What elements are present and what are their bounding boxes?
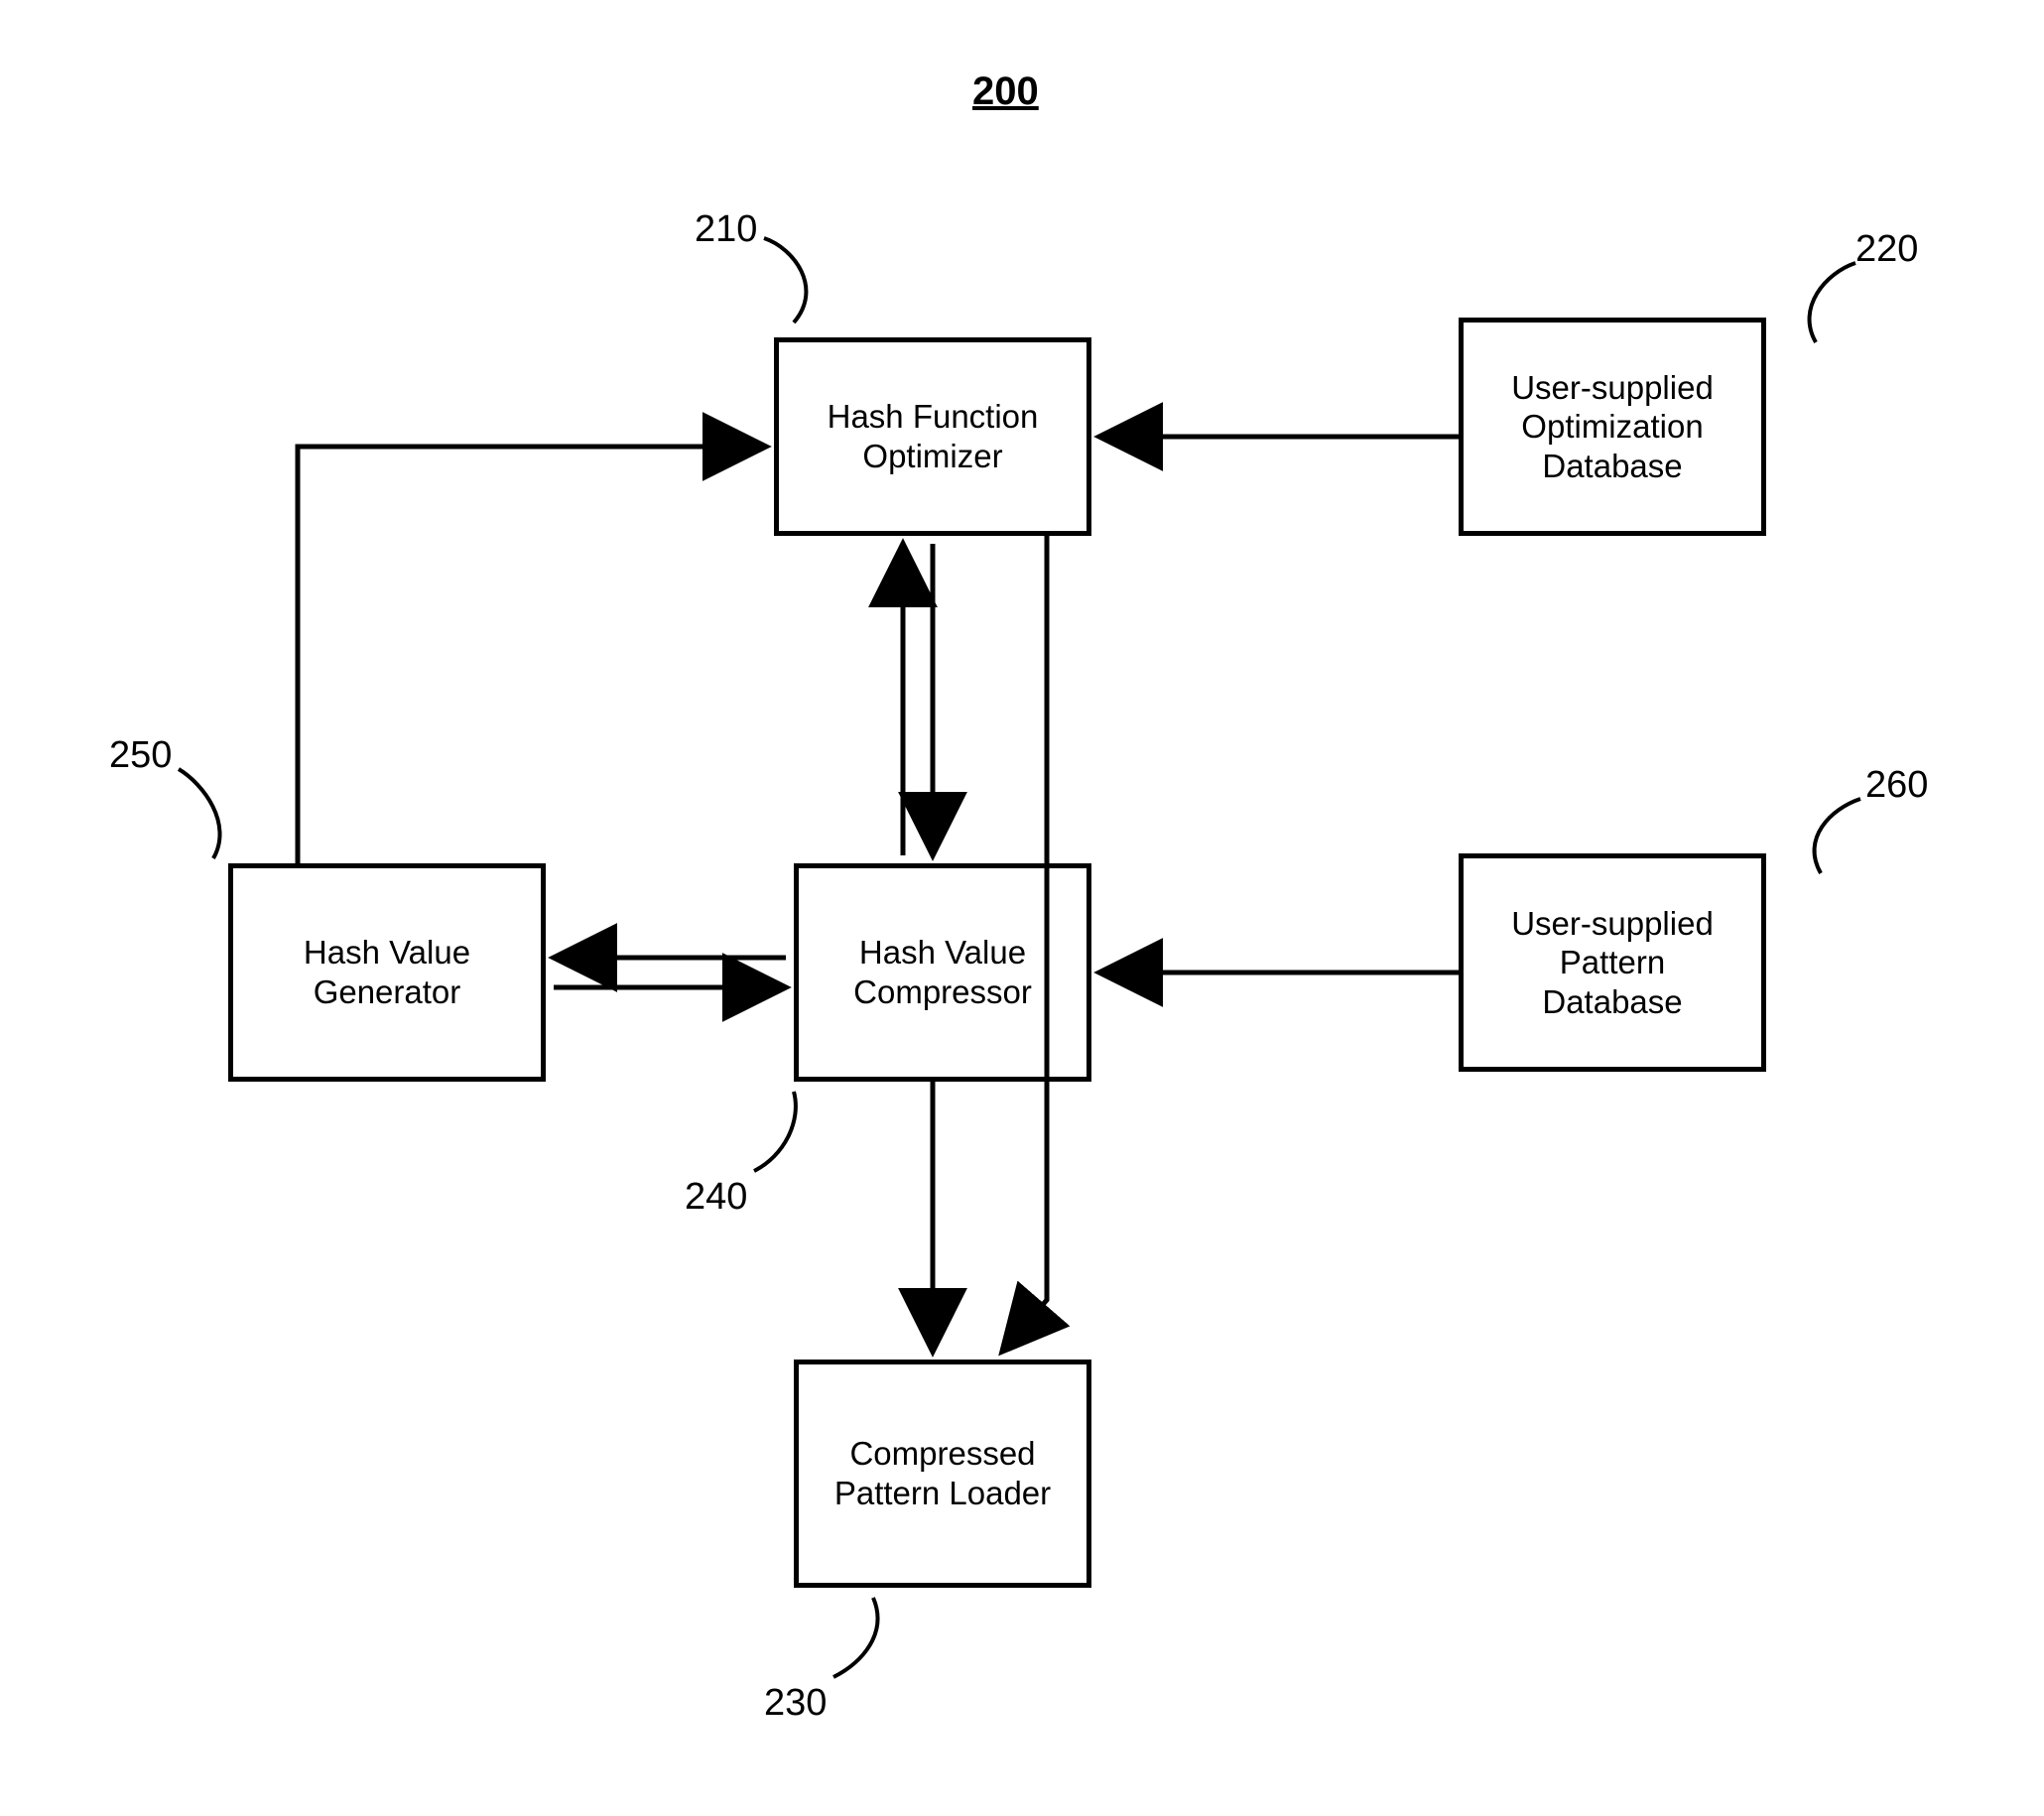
ref-label-220: 220 xyxy=(1855,228,1918,271)
ref-label-230: 230 xyxy=(764,1682,827,1725)
box-user-pattern-db: User-supplied Pattern Database xyxy=(1459,853,1766,1072)
leader-220 xyxy=(1810,263,1855,342)
box-compressed-pattern-loader: Compressed Pattern Loader xyxy=(794,1360,1091,1588)
leader-260 xyxy=(1815,799,1860,873)
ref-label-250: 250 xyxy=(109,734,172,777)
ref-label-260: 260 xyxy=(1865,764,1928,807)
leader-240 xyxy=(754,1092,796,1171)
box-hash-value-generator: Hash Value Generator xyxy=(228,863,546,1082)
ref-label-210: 210 xyxy=(695,208,757,251)
ref-label-240: 240 xyxy=(685,1176,747,1219)
leader-230 xyxy=(833,1598,877,1677)
leader-250 xyxy=(179,769,220,858)
figure-number: 200 xyxy=(972,69,1039,114)
box-hash-value-compressor: Hash Value Compressor xyxy=(794,863,1091,1082)
diagram-canvas: 200 Hash Function Optimizer User-supplie… xyxy=(0,0,2044,1816)
leader-210 xyxy=(764,238,806,323)
box-user-opt-db: User-supplied Optimization Database xyxy=(1459,318,1766,536)
box-hash-function-optimizer: Hash Function Optimizer xyxy=(774,337,1091,536)
arrow-generator-to-optimizer xyxy=(298,447,766,863)
